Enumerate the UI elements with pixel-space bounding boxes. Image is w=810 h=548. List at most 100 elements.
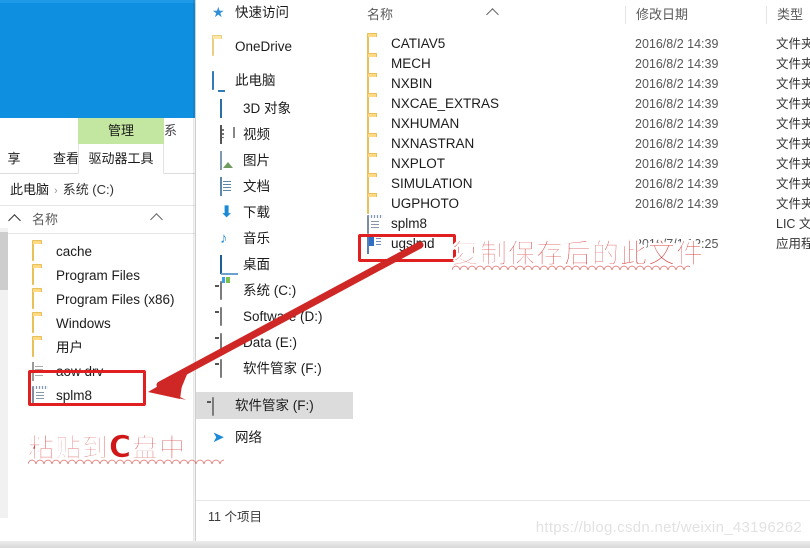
document-icon — [32, 362, 50, 381]
row-name: UGPHOTO — [391, 196, 460, 211]
list-item-label: Program Files — [56, 268, 141, 283]
sidebar-item-this-pc[interactable]: 此电脑 — [196, 68, 353, 93]
tab-share[interactable]: 享 — [0, 144, 32, 174]
folder-icon — [367, 95, 384, 114]
tab-drive-tools[interactable]: 驱动器工具 — [78, 144, 164, 174]
notepad-file-icon — [367, 215, 384, 234]
table-row[interactable]: CATIAV5 2016/8/2 14:39 文件夹 — [353, 34, 810, 54]
sidebar-item-label: Data (E:) — [243, 335, 298, 350]
drive-icon — [212, 397, 229, 416]
sidebar-item-network[interactable]: ➤ 网络 — [196, 425, 353, 450]
row-type: 文件夹 — [776, 137, 810, 151]
row-type: 文件夹 — [776, 77, 810, 91]
column-headers: 名称 修改日期 类型 — [353, 0, 810, 30]
table-row[interactable]: UGPHOTO 2016/8/2 14:39 文件夹 — [353, 194, 810, 214]
folder-icon — [367, 135, 384, 154]
page-bottom-strip — [0, 541, 810, 548]
table-row-splm8[interactable]: splm8 LIC 文 — [353, 214, 810, 234]
column-header-name[interactable]: 名称 — [367, 0, 393, 30]
sidebar-item-label: 此电脑 — [235, 73, 276, 88]
sidebar-item-pictures[interactable]: 图片 — [196, 148, 353, 173]
row-name: NXBIN — [391, 76, 433, 91]
list-item-label: cache — [56, 244, 93, 259]
row-type: 文件夹 — [776, 177, 810, 191]
sidebar-item-software-manager-f-selected[interactable]: 软件管家 (F:) — [196, 392, 353, 419]
sidebar-item-data-e[interactable]: Data (E:) — [196, 330, 353, 355]
sidebar-item-software-d[interactable]: Software (D:) — [196, 304, 353, 329]
list-item[interactable]: aow drv — [0, 360, 196, 384]
folder-icon — [367, 115, 384, 134]
list-item[interactable]: cache — [0, 240, 196, 264]
sidebar-item-desktop[interactable]: 桌面 — [196, 252, 353, 277]
status-item-count: 11 个项目 — [208, 510, 262, 524]
table-row[interactable]: NXBIN 2016/8/2 14:39 文件夹 — [353, 74, 810, 94]
row-type: 文件夹 — [776, 57, 810, 71]
drive-icon — [220, 333, 237, 352]
table-row[interactable]: NXCAE_EXTRAS 2016/8/2 14:39 文件夹 — [353, 94, 810, 114]
breadcrumb[interactable]: 此电脑 › 系统 (C:) — [10, 174, 114, 206]
row-date: 2016/8/2 14:39 — [635, 77, 719, 91]
sidebar-item-quick-access[interactable]: ★ 快速访问 — [196, 0, 353, 25]
sidebar-item-downloads[interactable]: ⬇ 下载 — [196, 200, 353, 225]
system-drive-icon — [220, 281, 237, 300]
list-item-label: aow drv — [56, 364, 104, 379]
background-breadcrumb-bar: 此电脑 › 系统 (C:) — [0, 174, 196, 206]
table-row[interactable]: NXHUMAN 2016/8/2 14:39 文件夹 — [353, 114, 810, 134]
row-name: NXNASTRAN — [391, 136, 475, 151]
sidebar-item-label: 桌面 — [243, 257, 270, 272]
sidebar-item-software-manager-f[interactable]: 软件管家 (F:) — [196, 356, 353, 381]
folder-icon — [32, 242, 50, 261]
sidebar-item-videos[interactable]: 视频 — [196, 122, 353, 147]
list-item-splm8[interactable]: splm8 — [0, 384, 196, 408]
row-name: ugslmd — [391, 236, 435, 251]
background-ribbon: 管理 系 享 查看 驱动器工具 — [0, 118, 196, 174]
download-icon: ⬇ — [220, 204, 234, 221]
sidebar-item-label: 网络 — [235, 430, 262, 445]
row-type: 文件夹 — [776, 37, 810, 51]
sidebar-item-music[interactable]: ♪ 音乐 — [196, 226, 353, 251]
list-item[interactable]: 用户 — [0, 336, 196, 360]
list-item-label: Windows — [56, 316, 111, 331]
drive-icon — [220, 359, 237, 378]
explorer-window: ★ 快速访问 OneDrive 此电脑 3D 对象 视频 图片 文档 ⬇ 下载 … — [195, 0, 810, 548]
breadcrumb-current[interactable]: 系统 (C:) — [63, 182, 114, 197]
contextual-tab-group-system-cut: 系 — [164, 123, 178, 138]
background-tab-row: 享 查看 驱动器工具 — [0, 144, 196, 174]
sidebar-item-onedrive[interactable]: OneDrive — [196, 34, 353, 59]
column-header-type[interactable]: 类型 — [766, 6, 803, 24]
navigation-pane: ★ 快速访问 OneDrive 此电脑 3D 对象 视频 图片 文档 ⬇ 下载 … — [196, 0, 353, 500]
row-date: 2016/8/2 14:39 — [635, 197, 719, 211]
application-icon — [367, 235, 384, 254]
sidebar-item-3d-objects[interactable]: 3D 对象 — [196, 96, 353, 121]
list-item[interactable]: Program Files — [0, 264, 196, 288]
network-icon: ➤ — [212, 429, 225, 446]
list-item[interactable]: Windows — [0, 312, 196, 336]
drive-icon — [220, 307, 237, 326]
picture-icon — [220, 151, 237, 170]
table-row[interactable]: SIMULATION 2016/8/2 14:39 文件夹 — [353, 174, 810, 194]
table-row[interactable]: NXPLOT 2016/8/2 14:39 文件夹 — [353, 154, 810, 174]
folder-icon — [367, 195, 384, 214]
column-header-name[interactable]: 名称 — [32, 206, 58, 234]
column-header-date-modified[interactable]: 修改日期 — [625, 6, 688, 24]
list-item-label: 用户 — [56, 340, 83, 355]
row-type: 文件夹 — [776, 97, 810, 111]
folder-icon — [32, 314, 50, 333]
sidebar-item-label: 快速访问 — [235, 5, 289, 20]
folder-icon — [32, 338, 50, 357]
sidebar-item-label: 下载 — [243, 205, 270, 220]
contextual-tab-group-manage[interactable]: 管理 — [78, 118, 164, 144]
chevron-up-icon[interactable] — [150, 213, 163, 226]
sort-ascending-icon[interactable] — [486, 8, 499, 21]
row-date: 2016/8/2 14:39 — [635, 137, 719, 151]
sidebar-item-system-c[interactable]: 系统 (C:) — [196, 278, 353, 303]
background-file-list: cache Program Files Program Files (x86) … — [0, 240, 196, 408]
sidebar-item-documents[interactable]: 文档 — [196, 174, 353, 199]
background-explorer-window: 管理 系 享 查看 驱动器工具 此电脑 › 系统 (C:) 名称 cache P… — [0, 0, 196, 548]
row-name: NXCAE_EXTRAS — [391, 96, 500, 111]
list-item[interactable]: Program Files (x86) — [0, 288, 196, 312]
table-row[interactable]: NXNASTRAN 2016/8/2 14:39 文件夹 — [353, 134, 810, 154]
breadcrumb-root[interactable]: 此电脑 — [10, 182, 49, 197]
table-row[interactable]: MECH 2016/8/2 14:39 文件夹 — [353, 54, 810, 74]
nav-collapse-chevron-icon[interactable] — [8, 212, 22, 226]
